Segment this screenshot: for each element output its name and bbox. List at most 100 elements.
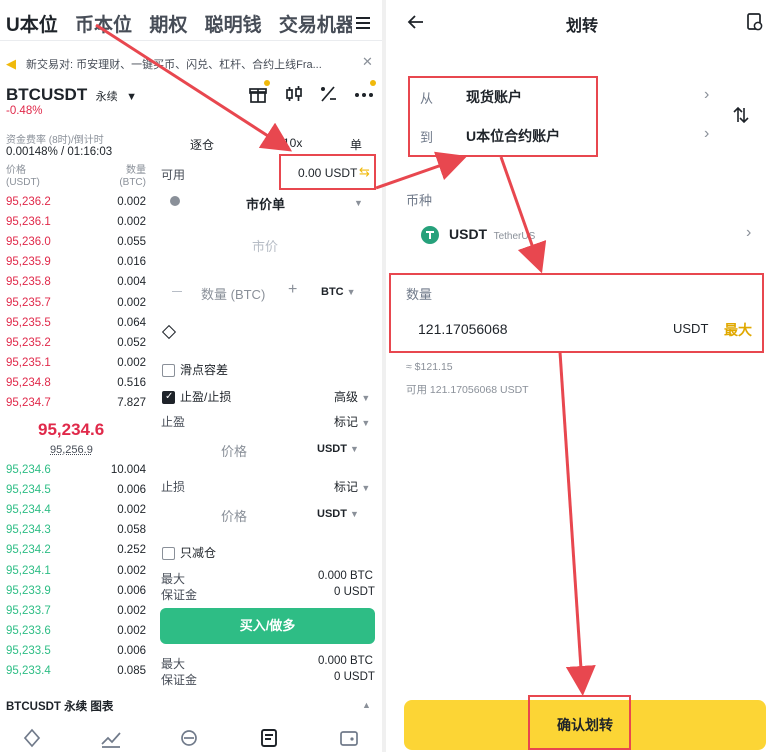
ask-row[interactable]: 95,235.1 0.002 xyxy=(6,357,146,377)
diamond-icon[interactable] xyxy=(161,324,177,340)
bid-qty: 0.006 xyxy=(117,584,146,597)
bid-row[interactable]: 95,234.4 0.002 xyxy=(6,504,146,524)
ask-row[interactable]: 95,236.1 0.002 xyxy=(6,216,146,236)
ask-row[interactable]: 95,236.2 0.002 xyxy=(6,196,146,216)
tab-smart-money[interactable]: 聪明钱 xyxy=(205,15,262,36)
tp-unit-select[interactable]: USDT ▼ xyxy=(317,443,359,455)
ask-row[interactable]: 95,235.2 0.052 xyxy=(6,337,146,357)
ask-price: 95,234.8 xyxy=(6,376,51,389)
tab-coinm[interactable]: 币本位 xyxy=(75,15,132,36)
chart-bar-title[interactable]: BTCUSDT 永续 图表 xyxy=(6,698,113,714)
ask-row[interactable]: 95,234.8 0.516 xyxy=(6,377,146,397)
wallet-icon[interactable] xyxy=(338,728,360,746)
sl-unit-select[interactable]: USDT ▼ xyxy=(317,508,359,520)
tp-price-input[interactable]: 价格 xyxy=(221,441,247,460)
futures-trading-screen: U本位 币本位 期权 聪明钱 交易机器人 ◀ 新交易对: 币安理财、一键买币、闪… xyxy=(0,0,382,752)
bid-price: 95,233.6 xyxy=(6,624,51,637)
last-price[interactable]: 95,234.6 xyxy=(38,420,104,440)
bid-price: 95,234.2 xyxy=(6,544,51,557)
ask-qty: 0.052 xyxy=(117,336,146,349)
tp-trigger-select[interactable]: 标记 ▼ xyxy=(334,413,370,430)
advanced-select[interactable]: 高级 ▼ xyxy=(334,388,370,405)
ask-qty: 0.016 xyxy=(117,256,146,269)
max-value: 0.000 BTC xyxy=(318,570,373,582)
leverage-button[interactable]: 10x xyxy=(283,136,302,150)
ask-qty: 0.064 xyxy=(117,316,146,329)
ask-row[interactable]: 95,235.5 0.064 xyxy=(6,317,146,337)
bid-row[interactable]: 95,233.7 0.002 xyxy=(6,605,146,625)
sl-price-input[interactable]: 价格 xyxy=(221,506,247,525)
chevron-right-icon[interactable]: › xyxy=(746,224,751,242)
sl-trigger-select[interactable]: 标记 ▼ xyxy=(334,478,370,495)
bid-row[interactable]: 95,234.3 0.058 xyxy=(6,524,146,544)
ask-row[interactable]: 95,235.9 0.016 xyxy=(6,256,146,276)
symbol-selector[interactable]: BTCUSDT 永续 ▼ xyxy=(6,85,137,105)
chevron-right-icon[interactable]: › xyxy=(704,125,709,143)
ask-qty: 0.055 xyxy=(117,236,146,249)
bid-qty: 0.002 xyxy=(117,504,146,517)
bid-qty: 0.085 xyxy=(117,665,146,677)
home-icon[interactable] xyxy=(22,728,44,748)
chevron-right-icon[interactable]: › xyxy=(704,86,709,104)
ask-qty: 0.002 xyxy=(117,216,146,229)
bid-row[interactable]: 95,233.4 0.085 xyxy=(6,665,146,685)
qty-minus-button[interactable] xyxy=(172,291,182,292)
swap-accounts-icon[interactable] xyxy=(732,106,750,129)
close-icon[interactable]: ✕ xyxy=(362,54,373,70)
gift-icon[interactable] xyxy=(248,80,270,109)
tab-options[interactable]: 期权 xyxy=(149,15,187,36)
percent-icon[interactable] xyxy=(318,84,338,109)
megaphone-icon: ◀ xyxy=(6,56,16,71)
bid-row[interactable]: 95,234.6 10.004 xyxy=(6,464,146,484)
page-title: 划转 xyxy=(566,18,599,35)
position-mode-button[interactable]: 单 xyxy=(350,136,362,153)
qty-input[interactable]: 数量 (BTC) xyxy=(201,284,265,303)
bid-row[interactable]: 95,234.1 0.002 xyxy=(6,565,146,585)
ask-row[interactable]: 95,234.7 7.827 xyxy=(6,397,146,417)
ask-price: 95,236.0 xyxy=(6,236,51,249)
more-icon[interactable] xyxy=(354,80,376,107)
bid-price: 95,234.1 xyxy=(6,564,51,577)
markets-icon[interactable] xyxy=(100,728,122,748)
chevron-up-icon[interactable]: ▲ xyxy=(362,700,371,710)
coin-select[interactable]: USDT TetherUS xyxy=(449,226,535,244)
ask-row[interactable]: 95,235.8 0.004 xyxy=(6,276,146,296)
futures-icon[interactable] xyxy=(258,728,280,747)
history-icon[interactable] xyxy=(746,12,764,37)
ask-price: 95,236.1 xyxy=(6,216,51,229)
usdt-coin-icon xyxy=(421,226,439,244)
reduce-only-checkbox[interactable]: 只减仓 xyxy=(162,544,216,561)
margin-mode-button[interactable]: 逐仓 xyxy=(190,136,214,153)
ask-price: 95,236.2 xyxy=(6,196,51,208)
announcement-banner[interactable]: ◀ 新交易对: 币安理财、一键买币、闪兑、杠杆、合约上线Fra... ✕ xyxy=(0,50,382,76)
back-arrow-icon[interactable] xyxy=(406,12,426,37)
trade-icon[interactable] xyxy=(178,728,200,746)
overflow-menu-icon[interactable] xyxy=(352,12,380,36)
order-type-select[interactable]: 市价单 xyxy=(246,194,285,214)
bid-qty: 0.006 xyxy=(117,484,146,497)
ask-row[interactable]: 95,235.7 0.002 xyxy=(6,297,146,317)
bid-row[interactable]: 95,233.5 0.006 xyxy=(6,645,146,665)
qty-unit-select[interactable]: BTC ▼ xyxy=(321,286,356,298)
candlestick-icon[interactable] xyxy=(284,84,304,109)
ask-price: 95,235.5 xyxy=(6,316,51,329)
bid-row[interactable]: 95,233.9 0.006 xyxy=(6,585,146,605)
bid-qty: 0.252 xyxy=(117,544,146,557)
tab-usdm[interactable]: U本位 xyxy=(6,15,58,36)
bid-row[interactable]: 95,233.6 0.002 xyxy=(6,625,146,645)
ask-qty: 0.002 xyxy=(117,356,146,369)
bid-row[interactable]: 95,234.5 0.006 xyxy=(6,484,146,504)
slippage-checkbox[interactable]: 滑点容差 xyxy=(162,361,228,378)
sl-label: 止损 xyxy=(161,480,186,494)
qty-plus-button[interactable]: + xyxy=(288,281,297,299)
price-input[interactable]: 市价 xyxy=(252,236,278,255)
annotation-highlight-confirm xyxy=(528,695,631,750)
tpsl-checkbox[interactable]: 止盈/止损 xyxy=(162,388,231,405)
bid-qty: 0.002 xyxy=(117,564,146,577)
ask-qty: 0.002 xyxy=(117,296,146,309)
buy-long-button[interactable]: 买入/做多 xyxy=(160,608,375,644)
bid-price: 95,234.3 xyxy=(6,524,51,537)
ask-row[interactable]: 95,236.0 0.055 xyxy=(6,236,146,256)
bid-row[interactable]: 95,234.2 0.252 xyxy=(6,544,146,564)
price-change: -0.48% xyxy=(6,105,43,117)
